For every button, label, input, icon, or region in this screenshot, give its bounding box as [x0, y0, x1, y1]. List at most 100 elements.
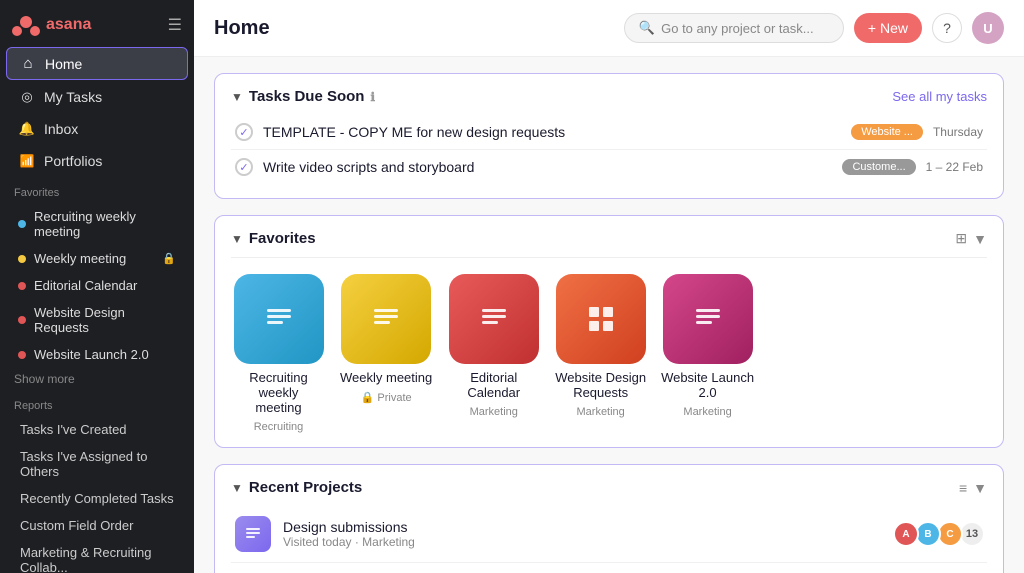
fav-icon-recruiting [234, 274, 324, 364]
sidebar-fav-website-launch[interactable]: Website Launch 2.0 [6, 342, 188, 367]
favorites-controls: ⊞ ▼ [955, 230, 987, 247]
fav-icon-weekly [341, 274, 431, 364]
sidebar-report-tasks-created[interactable]: Tasks I've Created [6, 417, 188, 442]
fav-icon-website-design [556, 274, 646, 364]
new-button[interactable]: + New [854, 13, 922, 43]
sidebar-report-tasks-assigned[interactable]: Tasks I've Assigned to Others [6, 444, 188, 484]
fav-card-website-design[interactable]: Website DesignRequests Marketing [555, 274, 646, 433]
fav-card-sub-editorial: Marketing [470, 406, 518, 418]
lock-icon: 🔒 [162, 252, 176, 265]
chevron-tasks-icon: ▼ [231, 90, 243, 104]
sidebar-report-recently-completed[interactable]: Recently Completed Tasks [6, 486, 188, 511]
sidebar-report-custom-field[interactable]: Custom Field Order [6, 513, 188, 538]
content-area: ▼ Tasks Due Soon ℹ See all my tasks ✓ TE… [194, 57, 1024, 573]
fav-card-editorial[interactable]: Editorial Calendar Marketing [446, 274, 541, 433]
fav-card-name-website-launch: Website Launch 2.0 [660, 370, 755, 400]
asana-logo-text: asana [46, 16, 91, 34]
menu-toggle-icon[interactable]: ☰ [168, 15, 182, 35]
fav-card-sub-website-launch: Marketing [683, 406, 731, 418]
fav-label-website-design: Website Design Requests [34, 305, 176, 335]
favorites-grid: Recruiting weeklymeeting Recruiting Week… [231, 268, 987, 433]
task-check-1[interactable]: ✓ [235, 123, 253, 141]
see-all-tasks-link[interactable]: See all my tasks [892, 89, 987, 104]
sidebar-logo: asana ☰ [0, 0, 194, 46]
fav-card-name-editorial: Editorial Calendar [446, 370, 541, 400]
fav-label-recruiting: Recruiting weekly meeting [34, 209, 176, 239]
fav-dot-recruiting [18, 220, 26, 228]
tasks-due-soon-card: ▼ Tasks Due Soon ℹ See all my tasks ✓ TE… [214, 73, 1004, 199]
list-view-icon[interactable]: ≡ [959, 480, 967, 496]
sidebar-item-inbox[interactable]: 🔔 Inbox [6, 114, 188, 144]
fav-card-recruiting[interactable]: Recruiting weeklymeeting Recruiting [231, 274, 326, 433]
favorites-section-title: Favorites [0, 177, 194, 203]
tasks-due-soon-title: Tasks Due Soon [249, 88, 365, 105]
favorites-title-row: ▼ Favorites [231, 230, 316, 247]
task-name-2: Write video scripts and storyboard [263, 159, 832, 175]
page-title: Home [214, 17, 270, 40]
fav-card-website-launch[interactable]: Website Launch 2.0 Marketing [660, 274, 755, 433]
project-icon-design [235, 516, 271, 552]
favorites-title: Favorites [249, 230, 316, 247]
project-row-recruiting[interactable]: Recruiting weekly meeting Visited today … [231, 563, 987, 573]
fav-dot-weekly [18, 255, 26, 263]
recent-projects-title-row: ▼ Recent Projects [231, 479, 362, 496]
fav-card-weekly[interactable]: Weekly meeting 🔒 Private [340, 274, 432, 433]
fav-card-sub-weekly: 🔒 Private [361, 391, 412, 404]
search-icon: 🔍 [639, 20, 655, 36]
help-button[interactable]: ? [932, 13, 962, 43]
fav-dot-website-design [18, 316, 26, 324]
fav-card-name-recruiting: Recruiting weeklymeeting [231, 370, 326, 415]
fav-label-weekly: Weekly meeting [34, 251, 154, 266]
asana-logo: asana [12, 14, 91, 36]
sidebar-report-marketing-collab[interactable]: Marketing & Recruiting Collab... [6, 540, 188, 573]
fav-label-website-launch: Website Launch 2.0 [34, 347, 176, 362]
chevron-fav-down-icon[interactable]: ▼ [973, 231, 987, 247]
sidebar-item-home[interactable]: ⌂ Home [6, 47, 188, 80]
fav-icon-editorial [449, 274, 539, 364]
task-tag-2: Custome... [842, 159, 915, 175]
search-bar[interactable]: 🔍 Go to any project or task... [624, 13, 844, 43]
project-avatar-1: A [893, 521, 919, 547]
fav-icon-website-launch [663, 274, 753, 364]
home-icon: ⌂ [19, 55, 37, 72]
fav-label-editorial: Editorial Calendar [34, 278, 176, 293]
project-avatars-design: A B C 13 [893, 521, 983, 547]
sidebar-fav-website-design[interactable]: Website Design Requests [6, 300, 188, 340]
fav-dot-editorial [18, 282, 26, 290]
sidebar-fav-recruiting[interactable]: Recruiting weekly meeting [6, 204, 188, 244]
user-avatar[interactable]: U [972, 12, 1004, 44]
recent-projects-card: ▼ Recent Projects ≡ ▼ Design submissions… [214, 464, 1004, 573]
task-row-1: ✓ TEMPLATE - COPY ME for new design requ… [231, 115, 987, 150]
sidebar-fav-weekly[interactable]: Weekly meeting 🔒 [6, 246, 188, 271]
task-date-1: Thursday [933, 125, 983, 139]
fav-card-name-weekly: Weekly meeting [340, 370, 432, 385]
my-tasks-icon: ◎ [18, 89, 36, 105]
avatar-count: 13 [961, 523, 983, 545]
topbar-right: 🔍 Go to any project or task... + New ? U [624, 12, 1004, 44]
sidebar-item-portfolios[interactable]: 📶 Portfolios [6, 146, 188, 176]
project-sub-design: Visited today · Marketing [283, 535, 881, 549]
sidebar-item-my-tasks[interactable]: ◎ My Tasks [6, 82, 188, 112]
sidebar-item-portfolios-label: Portfolios [44, 153, 102, 169]
sidebar-item-inbox-label: Inbox [44, 121, 78, 137]
project-row-design[interactable]: Design submissions Visited today · Marke… [231, 506, 987, 563]
reports-section-title: Reports [0, 390, 194, 416]
tasks-due-soon-header: ▼ Tasks Due Soon ℹ See all my tasks [231, 88, 987, 105]
task-date-2: 1 – 22 Feb [926, 160, 983, 174]
show-more-link[interactable]: Show more [0, 368, 194, 390]
recent-projects-header: ▼ Recent Projects ≡ ▼ [231, 479, 987, 496]
inbox-icon: 🔔 [18, 121, 36, 137]
task-check-2[interactable]: ✓ [235, 158, 253, 176]
chevron-recent-icon: ▼ [231, 481, 243, 495]
grid-icon[interactable]: ⊞ [955, 230, 967, 247]
chevron-recent-down-icon[interactable]: ▼ [973, 480, 987, 496]
sidebar-fav-editorial[interactable]: Editorial Calendar [6, 273, 188, 298]
fav-card-name-website-design: Website DesignRequests [555, 370, 646, 400]
task-row-2: ✓ Write video scripts and storyboard Cus… [231, 150, 987, 184]
favorites-card: ▼ Favorites ⊞ ▼ Recruiting weeklymeeting… [214, 215, 1004, 448]
main-content: Home 🔍 Go to any project or task... + Ne… [194, 0, 1024, 573]
recent-projects-controls: ≡ ▼ [959, 480, 987, 496]
portfolios-icon: 📶 [18, 154, 36, 168]
search-placeholder: Go to any project or task... [661, 21, 813, 36]
task-tag-1: Website ... [851, 124, 923, 140]
